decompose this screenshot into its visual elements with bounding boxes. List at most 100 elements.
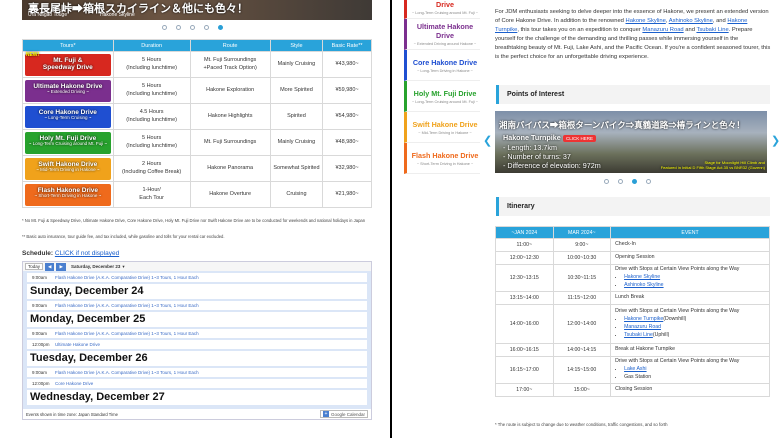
link-hakone-skyline[interactable]: Hakone Skyline — [626, 18, 666, 24]
link-manazuru-road[interactable]: Manazuru Road — [642, 27, 683, 33]
chevron-down-icon[interactable]: ▾ — [122, 264, 124, 270]
event-name: Flash Hakone Drive (A.K.A. Comparative D… — [55, 370, 199, 375]
carousel-dot-active[interactable] — [632, 179, 637, 184]
tour-badge-subtitle: ~ Mid-Term Driving in Hakone ~ — [36, 166, 100, 172]
itinerary-row: 12:30~13:15 10:30~11:15 Drive with Stops a… — [495, 264, 770, 292]
route-link[interactable]: Lake Ashi — [624, 366, 647, 372]
route-line: Mt. Fuji Surroundings — [203, 56, 257, 63]
duration-cell: 2 Hours (Including Coffee Break) — [112, 155, 191, 182]
route-link[interactable]: Manazuru Road — [624, 324, 661, 330]
event-label: Drive with Stops at Certain View Points … — [615, 266, 740, 273]
agenda-event[interactable]: 12:00pm Ultimate Hakone Drive — [27, 340, 367, 349]
today-button[interactable]: Today — [25, 263, 44, 270]
carousel-dot[interactable] — [618, 179, 623, 184]
tour-badge-button[interactable]: Flash Hakone Drive ~ Short-Term Driving i… — [24, 183, 111, 206]
agenda-day-heading: Sunday, December 24 — [27, 284, 367, 299]
duration-cell: 5 Hours (Including lunchtime) — [112, 51, 191, 78]
tour-badge-button[interactable]: Core Hakone Drive ~ Long-Term Cruising ~ — [24, 105, 111, 128]
agenda-event[interactable]: 9:00am Flash Hakone Drive (A.K.A. Compara… — [27, 368, 367, 377]
menu-item-tour[interactable]: Ultimate Hakone Drive ~ Extended Driving … — [404, 19, 480, 50]
route-line: +Paced Track Option) — [203, 64, 257, 71]
route-cell: Mt. Fuji Surroundings +Paced Track Option… — [189, 51, 271, 78]
route-link[interactable]: Ashinoko Skyline — [624, 282, 664, 288]
itinerary-row: 14:00~16:00 12:00~14:00 Drive with Stops a… — [495, 304, 770, 344]
schedule-fallback-link[interactable]: CLICK if not displayed — [55, 250, 119, 257]
route-line: Mt. Fuji Surroundings — [203, 138, 257, 145]
carousel-dot[interactable] — [204, 25, 209, 30]
poi-click-here-button[interactable]: CLICK HERE — [563, 135, 597, 142]
duration-line: 5 Hours — [141, 82, 162, 89]
itinerary-heading: Itinerary — [496, 197, 770, 216]
google-calendar-button[interactable]: + Google Calendar — [319, 410, 368, 418]
tour-badge-subtitle: ~ Extended Driving ~ — [46, 88, 89, 94]
menu-item-tour[interactable]: Core Hakone Drive ~ Long-Term Driving in … — [404, 50, 480, 81]
duration-line: 2 Hours — [141, 160, 162, 167]
duration-cell: 5 Hours (Including lunchtime) — [112, 129, 191, 156]
carousel-dot[interactable] — [176, 25, 181, 30]
poi-slide-image[interactable]: 湘南バイパス➡箱根ターンパイク⇒真鶴道路⇒椿ラインと色々！ Hakone Tur… — [495, 111, 767, 173]
time-mar: 9:00~ — [552, 238, 612, 252]
col-mar-2024: MAR 2024~ — [552, 226, 612, 239]
tour-badge-subtitle: ~ Short-Term Driving in Hakone ~ — [34, 192, 102, 198]
event-label: Lunch Break — [615, 294, 645, 301]
menu-item-title: Swift Hakone Drive — [412, 119, 478, 129]
time-mar: 14:00~14:15 — [552, 343, 612, 357]
menu-item-tour[interactable]: Holy Mt. Fuji Drive ~ Long-Term Cruising … — [404, 81, 480, 112]
carousel-dot-active[interactable] — [218, 25, 223, 30]
route-link[interactable]: Tsubaki Line — [624, 332, 653, 338]
carousel-dot[interactable] — [646, 179, 651, 184]
tour-badge-button[interactable]: Holy Mt. Fuji Drive ~ Long-Term Cruising … — [24, 131, 111, 154]
tour-badge-button[interactable]: NEW! Mt. Fuji & Speedway Drive — [24, 51, 111, 76]
calendar-current-date[interactable]: Saturday, December 23 — [71, 264, 120, 269]
poi-carousel-dots — [604, 179, 651, 184]
tour-badge-button[interactable]: Ultimate Hakone Drive ~ Extended Driving … — [24, 79, 111, 102]
col-style: Style — [269, 39, 324, 52]
route-line: Hakone Highlights — [207, 112, 253, 119]
tour-cell: Core Hakone Drive ~ Long-Term Cruising ~ — [22, 103, 114, 130]
time-jan: 13:15~14:00 — [495, 291, 554, 305]
event-cell: Break at Hakone Turnpike — [610, 343, 770, 357]
route-link[interactable]: Hakone Turnpike — [624, 316, 663, 322]
points-of-interest-heading: Points of Interest — [496, 85, 770, 104]
next-arrow-icon[interactable]: ▶ — [56, 262, 66, 271]
carousel-dot[interactable] — [190, 25, 195, 30]
menu-item-tour[interactable]: Swift Hakone Drive ~ Mid-Term Driving in … — [404, 112, 480, 143]
route-list: Lake AshiGas Station — [615, 366, 769, 382]
tour-badge-button[interactable]: Swift Hakone Drive ~ Mid-Term Driving in … — [24, 157, 111, 180]
new-badge: NEW! — [25, 51, 40, 58]
agenda-event[interactable]: 12:00pm Core Hakone Drive — [27, 379, 367, 388]
route-list-item: Manazuru Road — [624, 324, 769, 332]
col-route: Route — [189, 39, 271, 52]
link-ashinoko-skyline[interactable]: Ashinoko Skyline — [669, 18, 713, 24]
tour-row: Holy Mt. Fuji Drive ~ Long-Term Cruising … — [22, 129, 372, 156]
event-cell: Drive with Stops at Certain View Points … — [610, 356, 770, 384]
route-note: (Downhill) — [663, 316, 687, 323]
tour-row: NEW! Mt. Fuji & Speedway Drive 5 Hours (Incl… — [22, 51, 372, 78]
itinerary-header: ~JAN 2024 MAR 2024~ EVENT — [495, 226, 770, 239]
route-note: Gas Station — [624, 373, 652, 380]
chevron-right-icon[interactable]: ❯ — [771, 134, 780, 147]
menu-item-tour[interactable]: Flash Hakone Drive ~ Short-Term Driving i… — [404, 143, 480, 174]
prev-arrow-icon[interactable]: ◀ — [45, 262, 55, 271]
menu-item-subtitle: ~ Long-Term Driving in Hakone ~ — [417, 68, 473, 73]
carousel-dot[interactable] — [162, 25, 167, 30]
menu-item-tour[interactable]: Mt. Fuji & Speedway Drive ~ Long-Term Cru… — [404, 0, 480, 19]
itinerary-row: 12:00~12:30 10:00~10:30 Opening Session — [495, 251, 770, 265]
route-link[interactable]: Hakone Skyline — [624, 274, 660, 280]
event-cell: Lunch Break — [610, 291, 770, 305]
duration-line: 4.5 Hours — [139, 108, 164, 115]
itinerary-note: * The route is subject to change due to … — [495, 422, 668, 427]
event-label: Break at Hakone Turnpike — [615, 346, 676, 353]
route-list-item: Hakone Turnpike(Downhill) — [624, 316, 769, 324]
tour-cell: Swift Hakone Drive ~ Mid-Term Driving in … — [22, 155, 114, 182]
chevron-left-icon[interactable]: ❮ — [483, 134, 492, 147]
event-label: Drive with Stops at Certain View Points … — [615, 308, 740, 315]
menu-item-title: Flash Hakone Drive — [411, 150, 479, 160]
agenda-event[interactable]: 9:00am Flash Hakone Drive (A.K.A. Compara… — [27, 273, 367, 282]
rate-cell: ¥59,980~ — [322, 77, 372, 104]
carousel-dot[interactable] — [604, 179, 609, 184]
link-tsubaki-line[interactable]: Tsubaki Line — [696, 27, 728, 33]
agenda-event[interactable]: 9:00am Flash Hakone Drive (A.K.A. Compara… — [27, 301, 367, 310]
agenda-event[interactable]: 9:00am Flash Hakone Drive (A.K.A. Compara… — [27, 329, 367, 338]
rate-cell: ¥54,980~ — [322, 103, 372, 130]
